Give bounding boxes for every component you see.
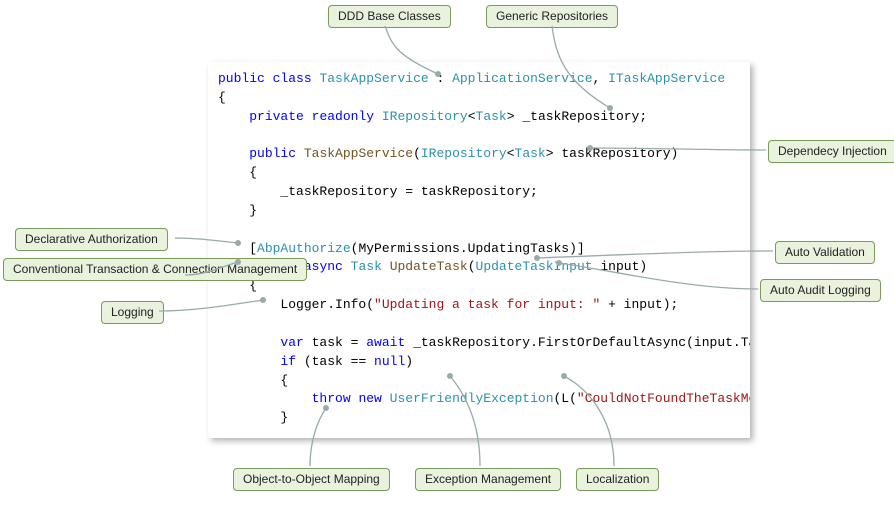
- txt: _taskRepository.FirstOrDefaultAsync(inpu…: [405, 335, 750, 350]
- str2: "CouldNotFoundTheTaskMessage": [577, 391, 750, 406]
- label-ddd-base-classes: DDD Base Classes: [328, 5, 451, 28]
- diagram-canvas: public class TaskAppService : Applicatio…: [0, 0, 894, 511]
- txt: (L(: [554, 391, 577, 406]
- brace: }: [218, 203, 257, 218]
- txt: > _taskRepository;: [507, 109, 647, 124]
- typ-ufe: UserFriendlyException: [390, 391, 554, 406]
- typ-irepo: IRepository: [382, 109, 468, 124]
- txt: > taskRepository): [546, 146, 679, 161]
- brace: {: [218, 165, 257, 180]
- ctor: TaskAppService: [304, 146, 413, 161]
- kw-readonly: readonly: [312, 109, 374, 124]
- txt: [: [218, 241, 257, 256]
- kw-async: async: [304, 259, 343, 274]
- str1: "Updating a task for input: ": [374, 297, 600, 312]
- typ-task2: Task: [515, 146, 546, 161]
- kw-class: class: [273, 71, 312, 86]
- label-conventional-tx: Conventional Transaction & Connection Ma…: [3, 258, 307, 281]
- kw-var: var: [280, 335, 303, 350]
- brace: {: [218, 373, 288, 388]
- kw-if: if: [280, 354, 296, 369]
- label-generic-repos: Generic Repositories: [486, 5, 618, 28]
- kw-null: null: [374, 354, 405, 369]
- typ-class: TaskAppService: [319, 71, 428, 86]
- label-exception-mgmt: Exception Management: [415, 468, 561, 491]
- txt: ,: [593, 71, 609, 86]
- label-logging: Logging: [101, 301, 164, 324]
- typ-taskret: Task: [351, 259, 382, 274]
- label-auto-validation: Auto Validation: [775, 241, 875, 264]
- typ-irepo2: IRepository: [421, 146, 507, 161]
- typ-iface: ITaskAppService: [608, 71, 725, 86]
- label-declarative-auth: Declarative Authorization: [15, 228, 168, 251]
- txt: :: [429, 71, 452, 86]
- txt: (MyPermissions.UpdatingTasks)]: [351, 241, 585, 256]
- label-auto-audit-logging: Auto Audit Logging: [760, 279, 881, 302]
- typ-input: UpdateTaskInput: [476, 259, 593, 274]
- brace: {: [218, 90, 226, 105]
- typ-task: Task: [476, 109, 507, 124]
- kw-await: await: [366, 335, 405, 350]
- label-localization: Localization: [576, 468, 659, 491]
- txt: Logger.Info(: [218, 297, 374, 312]
- kw-public: public: [218, 71, 265, 86]
- code-panel: public class TaskAppService : Applicatio…: [208, 62, 750, 438]
- brace: }: [218, 410, 288, 425]
- typ-base: ApplicationService: [452, 71, 592, 86]
- mth-update: UpdateTask: [390, 259, 468, 274]
- attr: AbpAuthorize: [257, 241, 351, 256]
- txt: _taskRepository = taskRepository;: [218, 184, 538, 199]
- txt: task =: [304, 335, 366, 350]
- label-dependency-injection: Dependecy Injection: [768, 140, 894, 163]
- txt: ): [405, 354, 413, 369]
- kw-throw: throw: [312, 391, 351, 406]
- kw-public2: public: [249, 146, 296, 161]
- txt: input): [593, 259, 648, 274]
- label-o2o-mapping: Object-to-Object Mapping: [233, 468, 390, 491]
- kw-new: new: [358, 391, 381, 406]
- kw-private: private: [249, 109, 304, 124]
- txt: + input);: [600, 297, 678, 312]
- txt: (task ==: [296, 354, 374, 369]
